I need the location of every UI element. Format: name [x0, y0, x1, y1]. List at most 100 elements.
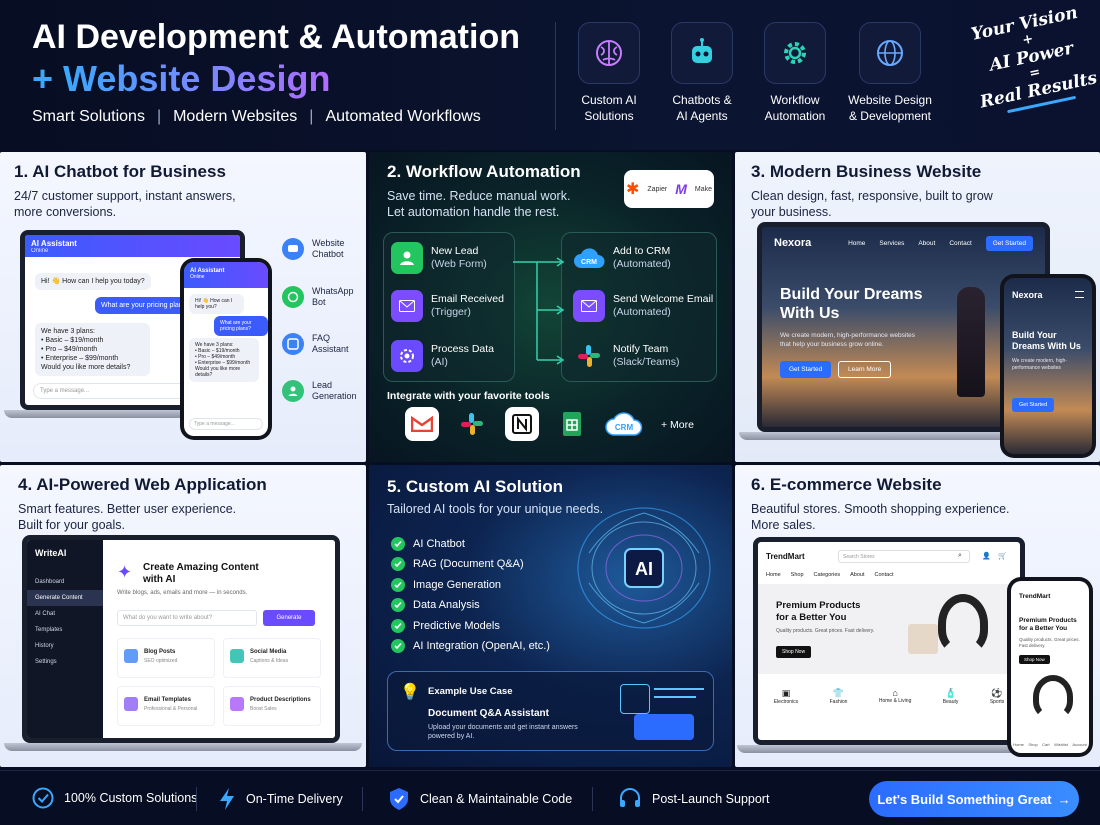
service-chatbots[interactable]: Chatbots & AI Agents [654, 22, 750, 124]
service-website[interactable]: Website Design & Development [840, 22, 940, 124]
hero-desc: We create modern, high-performance websi… [780, 332, 915, 348]
sidebar-item-templates[interactable]: Templates [27, 622, 103, 638]
sidebar-item-generate-content[interactable]: Generate Content [27, 590, 103, 606]
site-navbar: Nexora Home Services About Contact Get S… [762, 227, 1045, 259]
phone-hero-title: Build Your Dreams With Us [1012, 330, 1081, 351]
more-tools-link[interactable]: + More [661, 419, 694, 431]
generate-button[interactable]: Generate [263, 610, 315, 626]
node-email-received[interactable]: Email Received (Trigger) [391, 290, 504, 322]
category-fashion[interactable]: 👕 Fashion [830, 688, 848, 705]
search-icon[interactable]: ⌕ [958, 552, 962, 560]
phone-mockup: AI Assistant Online Hi! 👋 How can I help… [180, 258, 272, 440]
category-sports[interactable]: ⚽ Sports [990, 688, 1004, 705]
arrow-right-icon: → [1057, 791, 1071, 807]
nav-link-about[interactable]: About [918, 240, 935, 247]
store-nav-about[interactable]: About [850, 572, 864, 578]
gmail-icon[interactable] [405, 407, 439, 441]
app-logo: WriteAI [35, 548, 67, 558]
ai-item: Image Generation [391, 578, 501, 592]
example-use-case-card[interactable]: 💡 Example Use Case Document Q&A Assistan… [387, 671, 714, 751]
node-add-crm[interactable]: CRM Add to CRM (Automated) [573, 242, 671, 274]
store-nav-categories[interactable]: Categories [814, 572, 841, 578]
lets-build-button[interactable]: Let's Build Something Great → [869, 781, 1079, 817]
node-send-email[interactable]: Send Welcome Email (Automated) [573, 290, 713, 322]
category-home[interactable]: ⌂ Home & Living [879, 688, 912, 705]
template-card-email[interactable]: Email Templates Professional & Personal [117, 686, 215, 726]
sidebar-item-ai-chat[interactable]: AI Chat [27, 606, 103, 622]
menu-icon[interactable] [1075, 291, 1084, 298]
make-label: Make [694, 185, 713, 193]
user-add-icon [391, 242, 423, 274]
tab-shop[interactable]: Shop [1028, 742, 1037, 747]
sidebar-item-settings[interactable]: Settings [27, 654, 103, 670]
template-card-product[interactable]: Product Descriptions Boost Sales [223, 686, 321, 726]
sheets-icon[interactable] [555, 407, 589, 441]
phone-tab-bar: Home Shop Cart Wishlist Account [1011, 742, 1089, 747]
service-label: Workflow Automation [764, 93, 826, 123]
node-notify-team[interactable]: Notify Team (Slack/Teams) [573, 340, 680, 372]
zapier-icon: ✱ [625, 181, 640, 198]
node-new-lead[interactable]: New Lead (Web Form) [391, 242, 487, 274]
footer: 100% Custom Solutions On-Time Delivery C… [0, 770, 1100, 825]
check-icon [391, 619, 405, 633]
brain-icon [578, 22, 640, 84]
nav-link-services[interactable]: Services [879, 240, 904, 247]
crm-tool-icon[interactable]: CRM [605, 407, 643, 441]
category-label: Electronics [773, 699, 799, 705]
node-process-data[interactable]: Process Data (AI) [391, 340, 494, 372]
user-icon[interactable]: 👤 [982, 552, 991, 560]
app-heading: Create Amazing Content with AI [143, 562, 259, 585]
get-started-button[interactable]: Get Started [780, 361, 832, 378]
nav-link-home[interactable]: Home [848, 240, 865, 247]
service-custom-ai[interactable]: Custom AI Solutions [561, 22, 657, 124]
beauty-icon: 🧴 [944, 688, 957, 698]
cart-icon[interactable]: 🛒 [998, 552, 1007, 560]
nav-cta-button[interactable]: Get Started [985, 235, 1033, 251]
template-card-blog[interactable]: Blog Posts SEO optimized [117, 638, 215, 678]
tab-wishlist[interactable]: Wishlist [1054, 742, 1068, 747]
learn-more-button[interactable]: Learn More [838, 361, 892, 378]
card-title: Blog Posts [144, 649, 176, 655]
panel-title: 6. E-commerce Website [751, 475, 942, 494]
home-icon: ⌂ [892, 688, 898, 698]
shop-now-button[interactable]: Shop Now [776, 646, 812, 658]
phone-store-hero: Premium Products for a Better You [1019, 617, 1077, 632]
phone-get-started-button[interactable]: Get Started [1012, 398, 1055, 412]
flow-connectors [513, 257, 565, 365]
tab-home[interactable]: Home [1013, 742, 1024, 747]
store-search-input[interactable]: Search Stores [838, 550, 970, 563]
sports-icon: ⚽ [991, 688, 1003, 698]
panel-desc: Clean design, fast, responsive, built to… [751, 189, 993, 219]
store-nav-home[interactable]: Home [766, 572, 781, 578]
example-desc: Upload your documents and get instant an… [428, 724, 578, 740]
ai-item-label: Predictive Models [413, 620, 500, 632]
sidebar-item-history[interactable]: History [27, 638, 103, 654]
notion-icon[interactable] [505, 407, 539, 441]
app-sidebar: WriteAI Dashboard Generate Content AI Ch… [27, 540, 103, 738]
faq-icon [282, 333, 304, 355]
tab-account[interactable]: Account [1072, 742, 1086, 747]
panel-chatbot: 1. AI Chatbot for Business 24/7 customer… [0, 152, 366, 462]
chat-input[interactable]: Type a message... [189, 418, 263, 430]
slack-tool-icon[interactable] [455, 407, 489, 441]
store-nav-shop[interactable]: Shop [791, 572, 804, 578]
service-workflow[interactable]: Workflow Automation [747, 22, 843, 124]
template-card-social[interactable]: Social Media Captions & Ideas [223, 638, 321, 678]
chat-header: AI Assistant Online [25, 235, 240, 257]
store-nav-contact[interactable]: Contact [875, 572, 894, 578]
footer-item-support: Post-Launch Support [618, 787, 769, 811]
tab-cart[interactable]: Cart [1042, 742, 1050, 747]
category-beauty[interactable]: 🧴 Beauty [943, 688, 959, 705]
chat-message-bot: Hi! 👋 How can I help you today? [35, 273, 151, 290]
category-label: Sports [989, 699, 1005, 705]
ai-item: Data Analysis [391, 598, 480, 612]
laptop-mockup: WriteAI Dashboard Generate Content AI Ch… [22, 535, 340, 743]
category-electronics[interactable]: ▣ Electronics [774, 688, 798, 705]
prompt-input[interactable]: What do you want to write about? [117, 610, 257, 626]
phone-shop-now-button[interactable]: Shop Now [1019, 655, 1050, 664]
nav-link-contact[interactable]: Contact [949, 240, 971, 247]
sidebar-item-dashboard[interactable]: Dashboard [27, 574, 103, 590]
footer-label: 100% Custom Solutions [64, 791, 198, 805]
check-circle-icon [32, 787, 54, 809]
tagline: Your Vision + AI Power = Real Results [963, 1, 1100, 119]
